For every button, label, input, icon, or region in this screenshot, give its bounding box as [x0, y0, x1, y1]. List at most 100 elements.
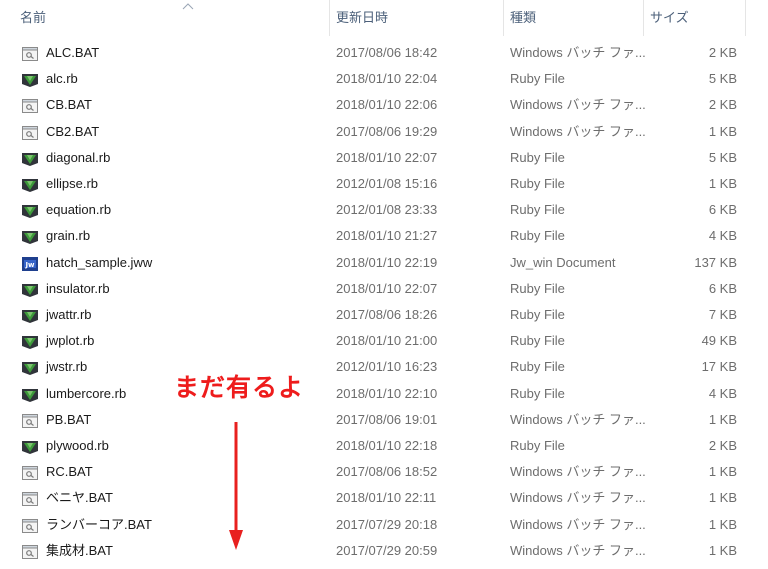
file-type: Ruby File: [510, 385, 565, 401]
file-size: 1 KB: [708, 516, 737, 532]
ruby-file-icon: [22, 359, 38, 376]
file-name: diagonal.rb: [46, 149, 111, 165]
file-name: RC.BAT: [46, 464, 93, 480]
batch-file-icon: [22, 543, 38, 559]
ruby-file-icon: [22, 228, 38, 245]
file-date: 2017/07/29 20:59: [336, 542, 438, 558]
file-name: lumbercore.rb: [46, 385, 127, 401]
header-name-label: 名前: [20, 10, 47, 25]
ruby-file-icon: [22, 333, 38, 350]
file-type: Ruby File: [510, 438, 565, 453]
header-size[interactable]: サイズ: [644, 0, 746, 36]
file-size: 4 KB: [708, 228, 737, 244]
file-type: Windows バッチ ファ...: [510, 45, 646, 60]
file-size: 4 KB: [708, 385, 737, 401]
file-date: 2018/01/10 22:10: [336, 385, 438, 401]
file-type: Ruby File: [510, 176, 565, 191]
annotation-text: まだ有るよ: [174, 373, 305, 402]
batch-file-icon: [22, 124, 38, 140]
file-date: 2018/01/10 22:06: [336, 97, 438, 113]
sort-up-icon: [182, 3, 194, 10]
file-size: 49 KB: [701, 333, 737, 349]
file-type: Windows バッチ ファ...: [510, 464, 646, 480]
file-name: hatch_sample.jww: [46, 254, 153, 270]
file-date: 2018/01/10 21:00: [336, 333, 438, 349]
header-name[interactable]: 名前: [14, 0, 330, 36]
header-date[interactable]: 更新日時: [330, 0, 504, 36]
header-type[interactable]: 種類: [504, 0, 644, 36]
file-row[interactable]: insulator.rb 2018/01/10 22:07 Ruby File 6 K…: [0, 276, 768, 302]
ruby-file-icon: [22, 307, 38, 323]
file-row[interactable]: RC.BAT 2017/08/06 18:52 Windows バッチ ファ... 1…: [0, 459, 768, 485]
batch-file-icon: [22, 464, 38, 481]
file-row[interactable]: alc.rb 2018/01/10 22:04 Ruby File 5 KB: [0, 66, 768, 92]
file-name: 集成材.BAT: [46, 542, 113, 558]
file-row[interactable]: ベニヤ.BAT 2018/01/10 22:11 Windows バッチ ファ...…: [0, 485, 768, 511]
file-type: Windows バッチ ファ...: [510, 542, 646, 558]
file-row[interactable]: PB.BAT 2017/08/06 19:01 Windows バッチ ファ... 1…: [0, 407, 768, 433]
file-size: 7 KB: [708, 307, 737, 322]
file-name: plywood.rb: [46, 438, 109, 453]
ruby-file-icon: [22, 202, 38, 219]
file-row[interactable]: jwstr.rb 2012/01/10 16:23 Ruby File 17 KB: [0, 354, 768, 380]
file-date: 2017/07/29 20:18: [336, 516, 438, 532]
file-row[interactable]: ellipse.rb 2012/01/08 15:16 Ruby File 1 KB: [0, 171, 768, 197]
file-date: 2012/01/08 23:33: [336, 202, 438, 218]
file-row[interactable]: diagonal.rb 2018/01/10 22:07 Ruby File 5 KB: [0, 145, 768, 171]
file-row[interactable]: CB2.BAT 2017/08/06 19:29 Windows バッチ ファ...…: [0, 119, 768, 145]
file-name: jwstr.rb: [46, 359, 88, 375]
file-type: Windows バッチ ファ...: [510, 490, 646, 506]
file-date: 2018/01/10 22:07: [336, 280, 438, 296]
file-size: 6 KB: [708, 280, 737, 296]
file-type: Ruby File: [510, 333, 565, 349]
file-size: 6 KB: [708, 202, 737, 218]
file-name: insulator.rb: [46, 280, 110, 296]
ruby-file-icon: [22, 281, 38, 297]
file-date: 2017/08/06 18:26: [336, 307, 438, 322]
file-row[interactable]: plywood.rb 2018/01/10 22:18 Ruby File 2 KB: [0, 433, 768, 459]
column-header: 名前 更新日時 種類 サイズ: [0, 0, 768, 36]
file-size: 1 KB: [708, 542, 737, 558]
svg-text:Jw: Jw: [24, 261, 35, 269]
file-row[interactable]: jwplot.rb 2018/01/10 21:00 Ruby File 49 KB: [0, 328, 768, 354]
file-name: jwplot.rb: [46, 333, 95, 349]
header-date-label: 更新日時: [336, 10, 389, 25]
file-type: Windows バッチ ファ...: [510, 123, 646, 139]
file-date: 2018/01/10 22:18: [336, 438, 438, 453]
file-row[interactable]: equation.rb 2012/01/08 23:33 Ruby File 6 KB: [0, 197, 768, 223]
file-type: Ruby File: [510, 307, 565, 322]
file-date: 2018/01/10 22:11: [336, 490, 437, 506]
file-row[interactable]: ランバーコア.BAT 2017/07/29 20:18 Windows バッチ ファ…: [0, 512, 768, 538]
file-size: 1 KB: [708, 176, 737, 191]
file-name: alc.rb: [46, 71, 78, 87]
file-row[interactable]: 集成材.BAT 2017/07/29 20:59 Windows バッチ ファ...…: [0, 538, 768, 564]
file-date: 2017/08/06 19:29: [336, 123, 438, 139]
file-row[interactable]: jwattr.rb 2017/08/06 18:26 Ruby File 7 KB: [0, 302, 768, 328]
file-type: Jw_win Document: [510, 254, 616, 270]
file-type: Ruby File: [510, 280, 565, 296]
file-size: 1 KB: [708, 464, 737, 480]
file-row[interactable]: CB.BAT 2018/01/10 22:06 Windows バッチ ファ... 2…: [0, 92, 768, 118]
file-type: Windows バッチ ファ...: [510, 411, 646, 427]
header-size-label: サイズ: [650, 10, 689, 25]
file-date: 2018/01/10 22:19: [336, 254, 438, 270]
file-row[interactable]: lumbercore.rb 2018/01/10 22:10 Ruby File 4 …: [0, 381, 768, 407]
file-row[interactable]: Jw hatch_sample.jww 2018/01/10 22:19 Jw_win…: [0, 250, 768, 276]
file-row[interactable]: grain.rb 2018/01/10 21:27 Ruby File 4 KB: [0, 223, 768, 249]
file-name: jwattr.rb: [46, 307, 92, 322]
file-date: 2017/08/06 18:42: [336, 45, 438, 60]
file-date: 2012/01/08 15:16: [336, 176, 438, 191]
file-type: Windows バッチ ファ...: [510, 97, 646, 113]
file-row[interactable]: ALC.BAT 2017/08/06 18:42 Windows バッチ ファ...…: [0, 40, 768, 66]
file-size: 1 KB: [708, 490, 737, 506]
file-type: Ruby File: [510, 149, 565, 165]
file-type: Ruby File: [510, 71, 565, 87]
batch-file-icon: [22, 490, 38, 507]
file-name: equation.rb: [46, 202, 112, 218]
file-date: 2017/08/06 18:52: [336, 464, 438, 480]
file-type: Ruby File: [510, 202, 565, 218]
file-type: Ruby File: [510, 359, 565, 375]
file-name: grain.rb: [46, 228, 91, 244]
file-date: 2018/01/10 22:07: [336, 149, 438, 165]
file-size: 137 KB: [694, 254, 737, 270]
